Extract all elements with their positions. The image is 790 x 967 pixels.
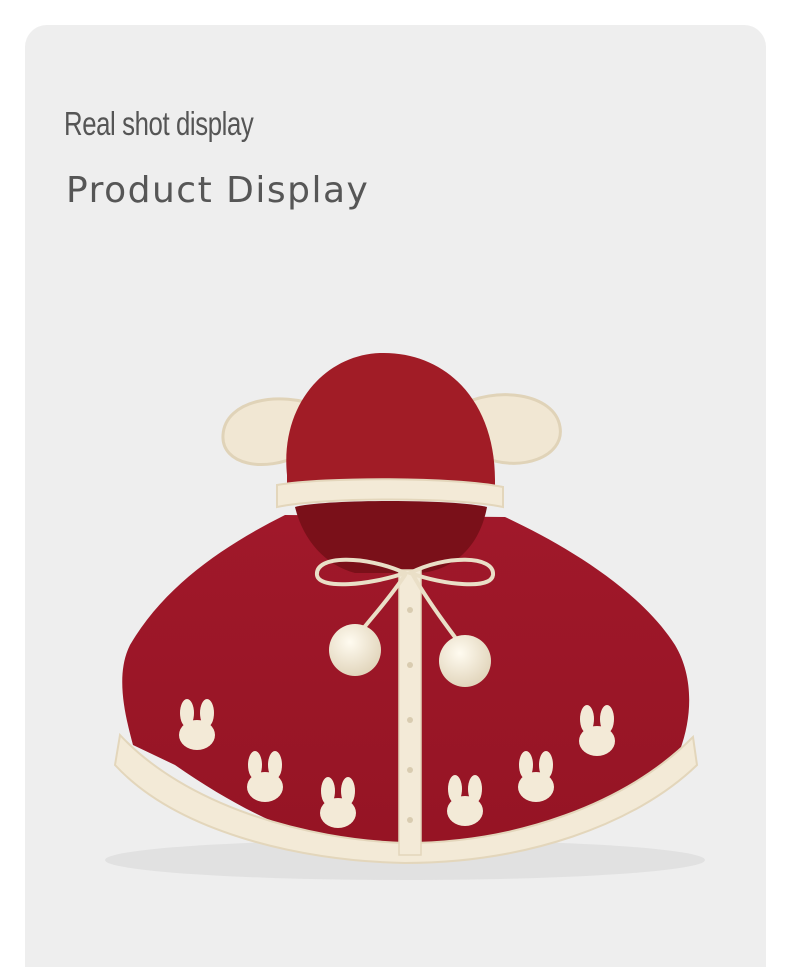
product-display-card: Real shot display Product Display (25, 25, 766, 967)
left-pompom (329, 624, 381, 676)
right-pompom (439, 635, 491, 687)
product-photo (105, 352, 705, 880)
